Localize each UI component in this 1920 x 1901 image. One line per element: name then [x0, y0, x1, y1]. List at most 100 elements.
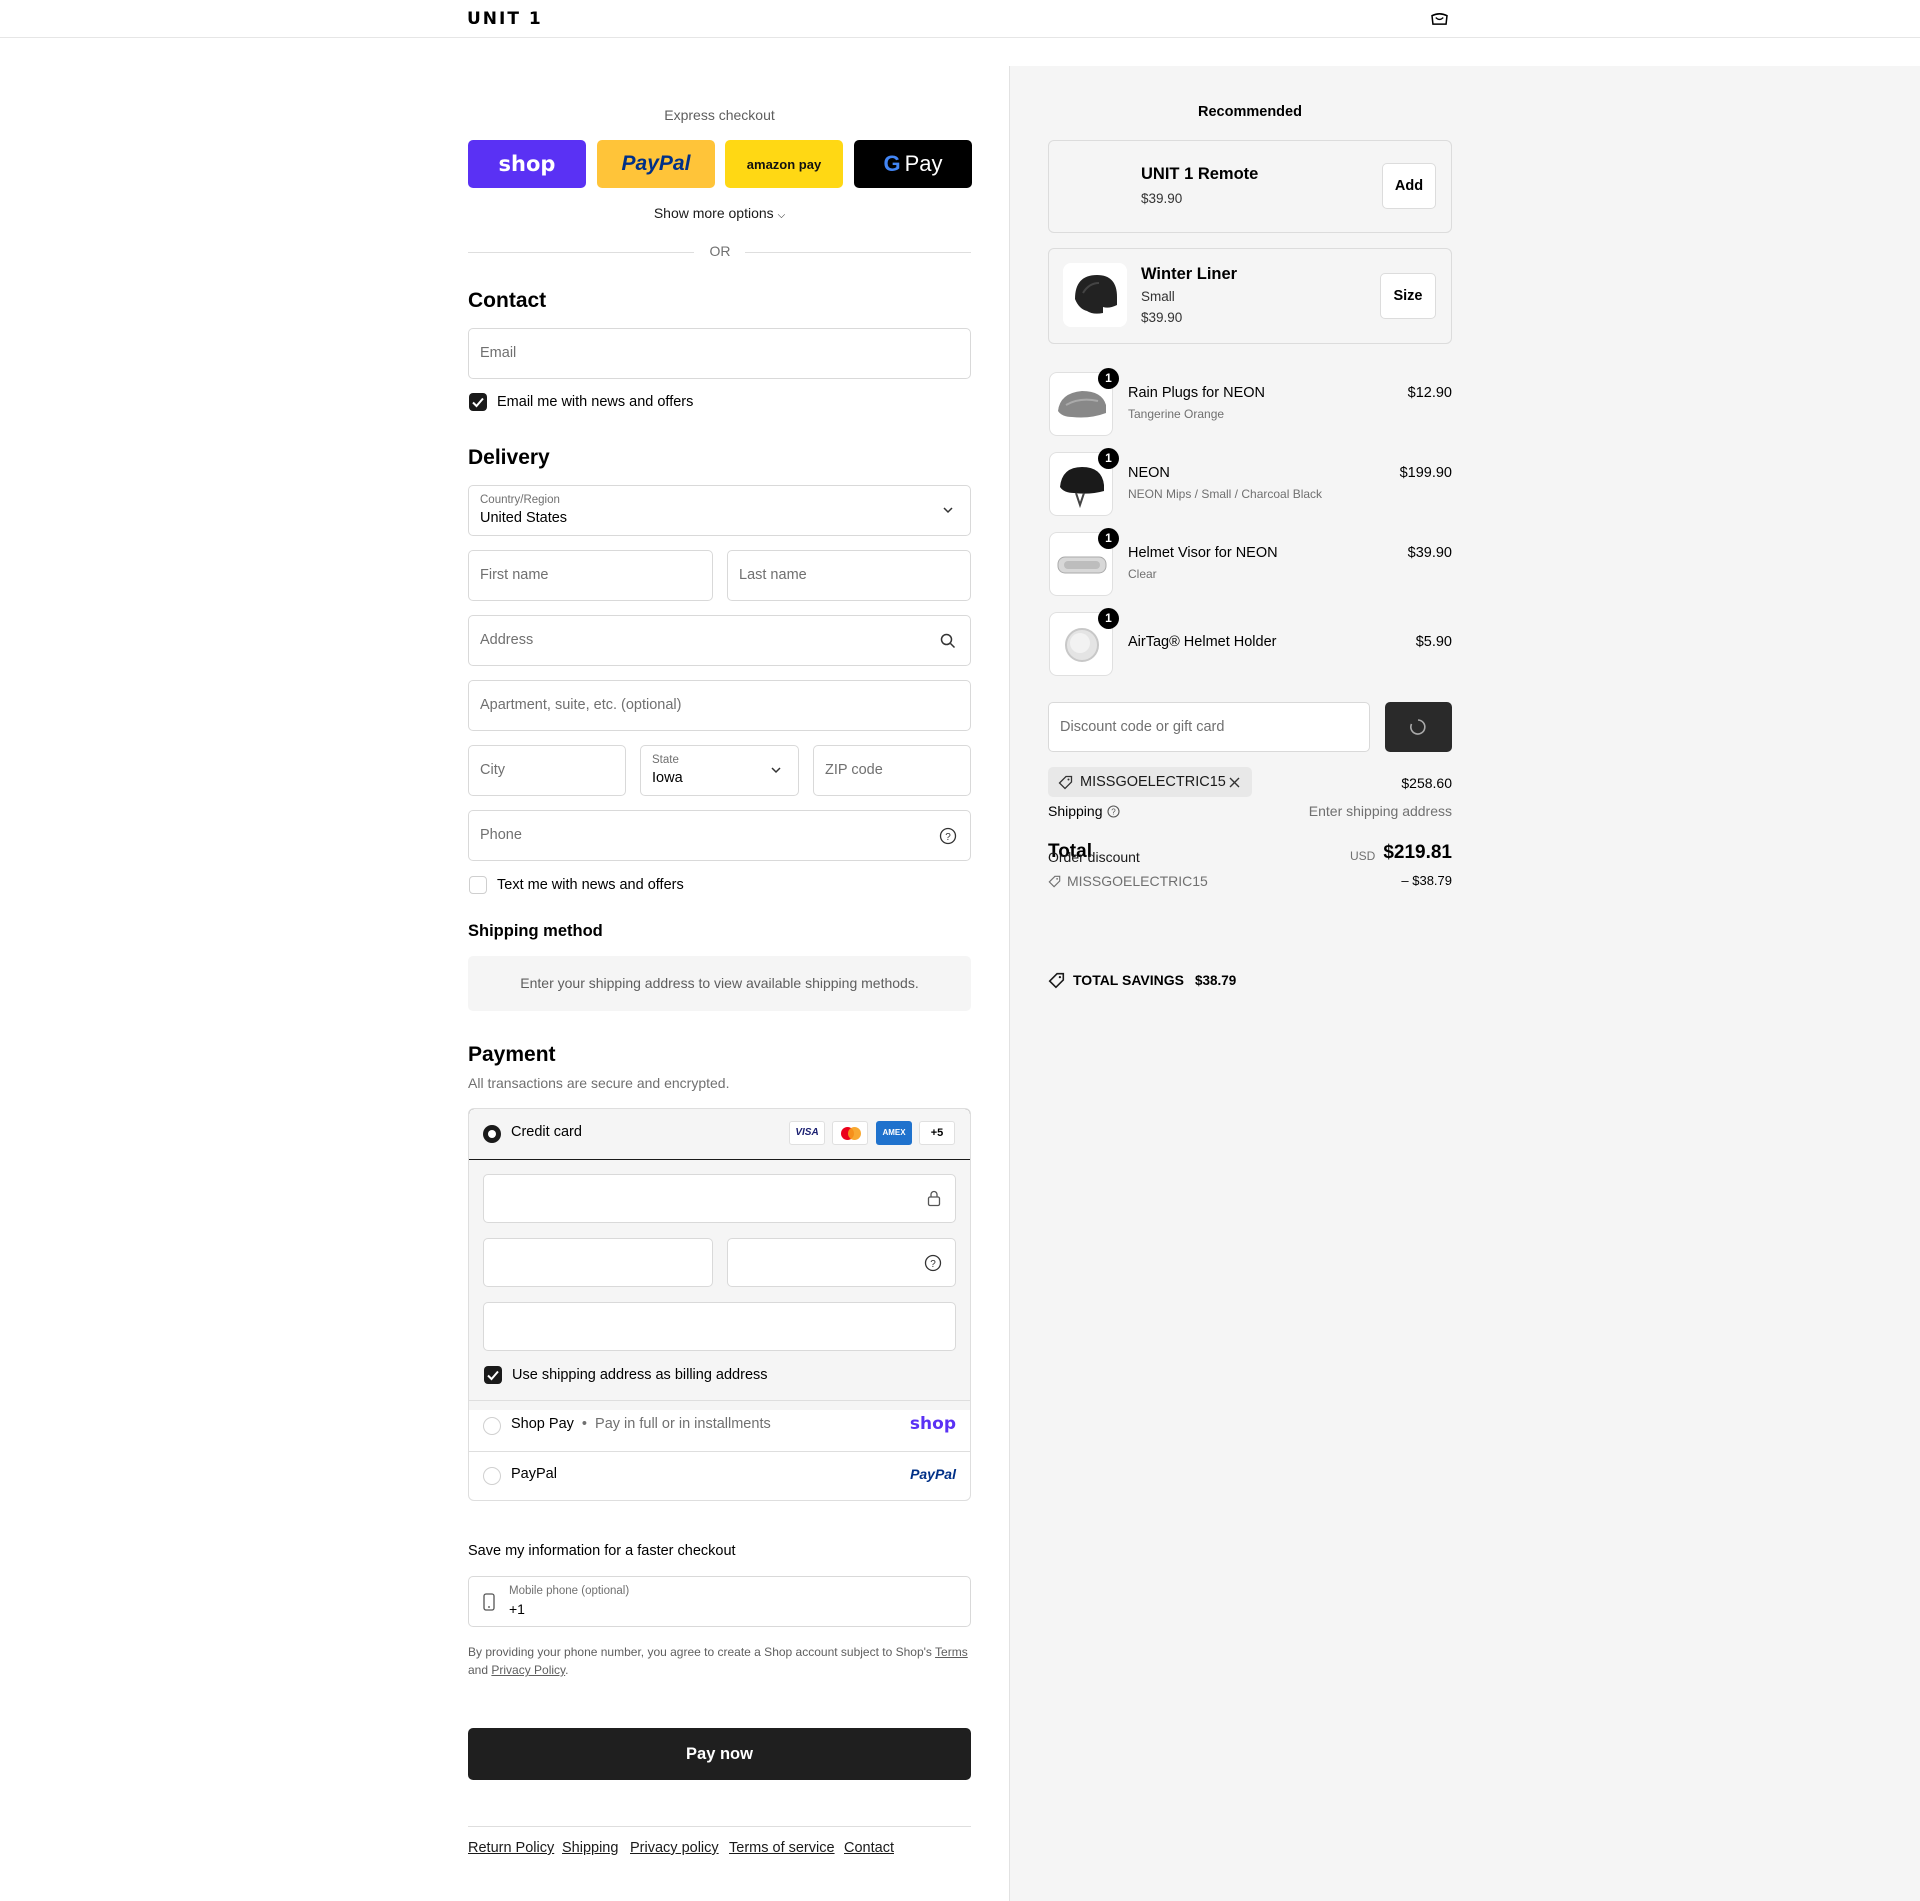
- privacy-policy-link[interactable]: Privacy Policy: [491, 1663, 565, 1677]
- show-more-options[interactable]: Show more options ⌵: [468, 205, 971, 221]
- close-icon[interactable]: [1229, 777, 1240, 788]
- last-name-field[interactable]: Last name: [727, 550, 971, 601]
- country-label: Country/Region: [480, 494, 560, 506]
- save-info-title: Save my information for a faster checkou…: [468, 1543, 736, 1559]
- first-name-field[interactable]: First name: [468, 550, 713, 601]
- recommended-item-name: Winter Liner: [1141, 265, 1238, 283]
- disclaimer-text: By providing your phone number, you agre…: [468, 1645, 932, 1659]
- name-on-card-field[interactable]: [483, 1302, 956, 1351]
- winter-liner-image: [1063, 263, 1127, 327]
- total-savings-value: $38.79: [1195, 973, 1237, 988]
- bag-icon[interactable]: [1430, 11, 1449, 26]
- help-icon[interactable]: ?: [924, 1254, 942, 1272]
- shop-pay-express-button[interactable]: shop: [468, 140, 586, 188]
- recommended-item-price: $39.90: [1141, 191, 1183, 206]
- apartment-field[interactable]: Apartment, suite, etc. (optional): [468, 680, 971, 731]
- shop-pay-logo: shop: [498, 152, 556, 176]
- paypal-logo: PayPal: [621, 152, 691, 175]
- recommended-card: Winter Liner Small $39.90 Size: [1048, 248, 1452, 344]
- top-header: UNIT 1: [0, 0, 1920, 38]
- contact-link[interactable]: Contact: [844, 1840, 894, 1856]
- email-field[interactable]: Email: [468, 328, 971, 379]
- divider: [469, 1400, 970, 1401]
- pay-now-button[interactable]: Pay now: [468, 1728, 971, 1780]
- address-placeholder: Address: [480, 632, 534, 648]
- terms-link[interactable]: Terms: [935, 1645, 968, 1659]
- paypal-radio[interactable]: [483, 1467, 501, 1485]
- chevron-down-icon: ⌵: [777, 210, 786, 221]
- item-price: $199.90: [1399, 465, 1452, 481]
- credit-card-radio[interactable]: [483, 1125, 501, 1143]
- recommended-item-price: $39.90: [1141, 310, 1183, 325]
- phone-field[interactable]: Phone ?: [468, 810, 971, 861]
- amazon-pay-logo: amazon pay: [746, 156, 822, 172]
- shipping-value: Enter shipping address: [1308, 803, 1452, 819]
- state-select[interactable]: State Iowa: [640, 745, 799, 796]
- loading-spinner-icon: [1410, 719, 1426, 735]
- email-news-label: Email me with news and offers: [497, 394, 694, 410]
- help-icon[interactable]: ?: [1107, 805, 1120, 818]
- mobile-phone-value: +1: [509, 1601, 525, 1617]
- shop-pay-option[interactable]: Shop Pay • Pay in full or in installment…: [511, 1416, 771, 1432]
- state-label: State: [652, 754, 679, 766]
- chevron-down-icon: [771, 767, 781, 774]
- shipping-link[interactable]: Shipping: [562, 1840, 618, 1856]
- discount-placeholder: Discount code or gift card: [1060, 719, 1225, 735]
- country-select[interactable]: Country/Region United States: [468, 485, 971, 536]
- apply-discount-button[interactable]: [1385, 702, 1452, 752]
- contact-title: Contact: [468, 289, 547, 312]
- recommended-card: UNIT 1 Remote $39.90 Add: [1048, 140, 1452, 233]
- subtotal-value: $258.60: [1401, 775, 1452, 791]
- email-news-checkbox[interactable]: [469, 393, 487, 411]
- card-number-field[interactable]: [483, 1174, 956, 1223]
- text-news-checkbox[interactable]: [469, 876, 487, 894]
- quantity-badge: 1: [1098, 448, 1119, 469]
- return-policy-link[interactable]: Return Policy: [468, 1840, 554, 1856]
- discount-tag-label: MISSGOELECTRIC15: [1080, 774, 1226, 790]
- terms-of-service-link[interactable]: Terms of service: [729, 1840, 835, 1856]
- tag-icon: [1048, 875, 1061, 888]
- unit1-logo[interactable]: UNIT 1: [467, 9, 543, 29]
- billing-address-label: Use shipping address as billing address: [512, 1367, 768, 1383]
- zip-placeholder: ZIP code: [825, 762, 883, 778]
- text-news-label: Text me with news and offers: [497, 877, 684, 893]
- shop-pay-radio[interactable]: [483, 1417, 501, 1435]
- email-placeholder: Email: [480, 345, 517, 361]
- item-price: $12.90: [1407, 385, 1452, 401]
- google-pay-express-button[interactable]: G Pay: [854, 140, 972, 188]
- recommended-title: Recommended: [1198, 104, 1302, 120]
- period-text: .: [565, 1663, 569, 1677]
- mobile-phone-field[interactable]: Mobile phone (optional) +1: [468, 1576, 971, 1627]
- city-field[interactable]: City: [468, 745, 626, 796]
- lock-icon: [927, 1190, 941, 1207]
- security-code-field[interactable]: ?: [727, 1238, 956, 1287]
- expiration-field[interactable]: [483, 1238, 713, 1287]
- shop-pay-logo: shop: [909, 1414, 956, 1434]
- search-icon: [940, 633, 956, 649]
- payment-title: Payment: [468, 1043, 556, 1066]
- item-name: AirTag® Helmet Holder: [1128, 634, 1277, 650]
- visa-icon: VISA: [789, 1121, 825, 1145]
- address-field[interactable]: Address: [468, 615, 971, 666]
- amazon-pay-express-button[interactable]: amazon pay: [725, 140, 843, 188]
- help-icon[interactable]: ?: [939, 827, 957, 845]
- billing-address-checkbox[interactable]: [484, 1366, 502, 1384]
- delivery-title: Delivery: [468, 446, 550, 469]
- quantity-badge: 1: [1098, 528, 1119, 549]
- zip-field[interactable]: ZIP code: [813, 745, 971, 796]
- shop-pay-sublabel: Pay in full or in installments: [595, 1416, 771, 1432]
- paypal-label[interactable]: PayPal: [511, 1466, 557, 1482]
- add-button[interactable]: Add: [1382, 163, 1436, 209]
- quantity-badge: 1: [1098, 368, 1119, 389]
- privacy-policy-link[interactable]: Privacy policy: [630, 1840, 719, 1856]
- discount-code-field[interactable]: Discount code or gift card: [1048, 702, 1370, 752]
- size-button[interactable]: Size: [1380, 273, 1436, 319]
- footer-divider: [468, 1826, 971, 1827]
- quantity-badge: 1: [1098, 608, 1119, 629]
- google-pay-label: Pay: [904, 151, 943, 176]
- divider-left: [468, 252, 694, 253]
- svg-text:?: ?: [930, 1259, 936, 1270]
- recommended-item-variant: Small: [1141, 289, 1175, 304]
- tag-icon: [1058, 775, 1073, 790]
- paypal-express-button[interactable]: PayPal: [597, 140, 715, 188]
